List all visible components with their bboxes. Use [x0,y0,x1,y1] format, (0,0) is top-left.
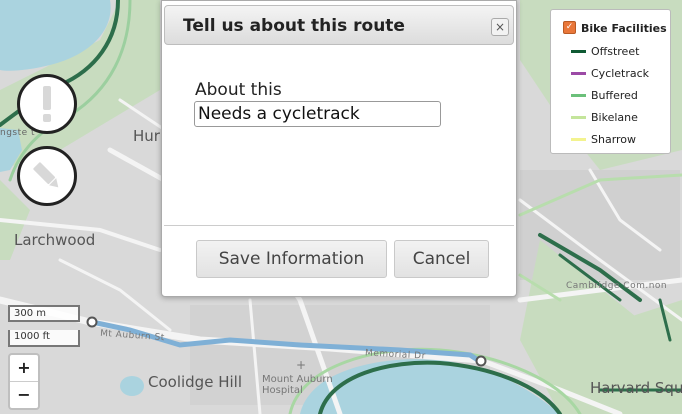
map-label-hospital: Mount Auburn Hospital [262,374,333,396]
legend-item-sharrow: Sharrow [571,132,636,146]
legend-item-offstreet: Offstreet [571,44,639,58]
zoom-control: + − [8,353,40,410]
legend-swatch [571,115,586,119]
map-label-hur: Hur [133,127,160,145]
zoom-out-button[interactable]: − [10,382,38,408]
map-label-partial: ngste t [0,128,36,138]
zoom-in-button[interactable]: + [10,355,38,382]
dialog-title: Tell us about this route [183,16,405,36]
exclamation-icon [43,86,51,122]
save-information-button[interactable]: Save Information [196,240,387,278]
legend-swatch [571,71,586,75]
close-icon[interactable]: × [491,18,509,36]
map-label-coolidge-hill: Coolidge Hill [148,373,242,391]
about-input[interactable] [194,101,441,127]
legend-panel: ✓ Bike Facilities Offstreet Cycletrack B… [550,9,671,154]
dialog-divider [164,225,514,226]
legend-item-label: Offstreet [591,44,640,58]
legend-item-label: Buffered [591,88,638,102]
report-issue-button[interactable] [17,74,77,134]
legend-item-label: Sharrow [591,132,637,146]
route-end-marker[interactable] [475,355,487,367]
scale-metric: 300 m [8,305,80,322]
dialog-header[interactable]: Tell us about this route × [164,5,514,45]
edit-route-button[interactable] [17,146,77,206]
legend-swatch [571,93,586,97]
legend-item-label: Cycletrack [591,66,650,80]
scale-imperial: 1000 ft [8,330,80,347]
route-info-dialog: Tell us about this route × About this Sa… [161,0,517,297]
legend-checkbox[interactable]: ✓ [563,21,576,34]
route-start-marker[interactable] [86,316,98,328]
legend-item-label: Bikelane [591,110,638,124]
svg-text:+: + [296,358,306,372]
map-label-harvard-sq: Harvard Squ [590,379,682,397]
cancel-button[interactable]: Cancel [394,240,489,278]
legend-swatch [571,49,586,53]
map-label-cambridge-common: Cambridge Com.non [566,281,668,291]
legend-item-buffered: Buffered [571,88,638,102]
about-field-label: About this [195,80,282,100]
pencil-icon [33,162,59,188]
legend-title: Bike Facilities [581,22,667,35]
legend-swatch [571,137,586,141]
legend-item-cycletrack: Cycletrack [571,66,649,80]
map-label-larchwood: Larchwood [14,231,96,249]
legend-item-bikelane: Bikelane [571,110,638,124]
